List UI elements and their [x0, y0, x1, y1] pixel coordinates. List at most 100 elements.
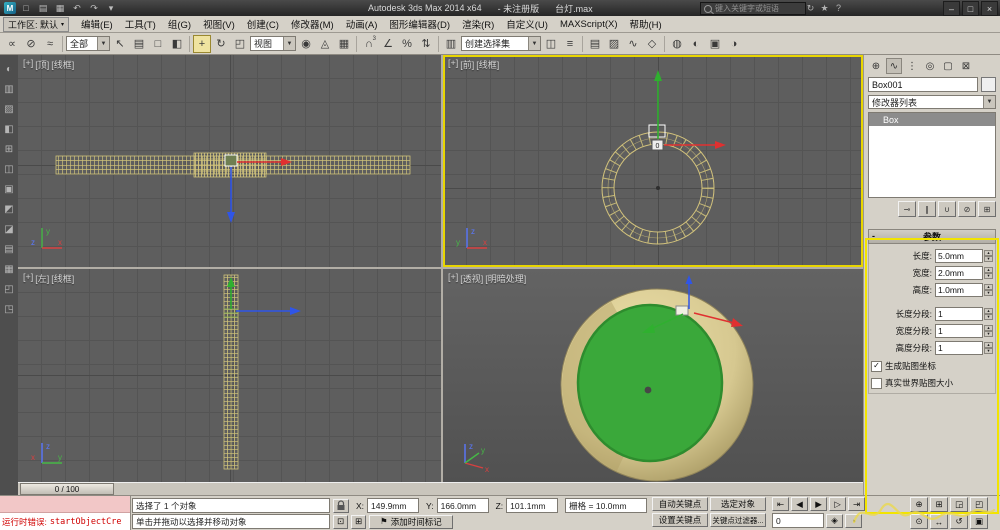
field-of-view-icon[interactable]: ⊙	[910, 514, 928, 529]
left-toolbar-icon[interactable]: ▥	[3, 83, 16, 96]
keyboard-override-icon[interactable]: ▦	[335, 35, 353, 53]
maximize-button[interactable]: □	[962, 1, 979, 16]
go-to-end-icon[interactable]: ⇥	[848, 497, 865, 511]
selection-filter-dropdown[interactable]: 全部 ▼	[66, 36, 110, 51]
viewport-menu-shading[interactable]: [线框]	[51, 272, 74, 285]
curve-editor-icon[interactable]: ∿	[624, 35, 642, 53]
redo-icon[interactable]: ↷	[87, 2, 101, 15]
remove-modifier-icon[interactable]: ⊘	[958, 201, 976, 217]
render-setup-icon[interactable]: ◐	[687, 35, 705, 53]
make-unique-icon[interactable]: ∪	[938, 201, 956, 217]
left-toolbar-icon[interactable]: ◐	[3, 63, 16, 76]
next-frame-icon[interactable]: ▷	[829, 497, 846, 511]
select-and-move-icon[interactable]: +	[193, 34, 211, 53]
viewport-front[interactable]: 0 z x y [+] [前] [线框]	[443, 55, 863, 267]
menu-help[interactable]: 帮助(H)	[624, 16, 668, 33]
spinner[interactable]: ▴ ▾	[984, 284, 993, 296]
modifier-stack[interactable]: Box	[868, 112, 996, 198]
pan-icon[interactable]: ↔	[930, 514, 948, 529]
infocenter-search-input[interactable]: 键入关键字或短语	[700, 2, 806, 15]
schematic-view-icon[interactable]: ◇	[643, 35, 661, 53]
menu-animation[interactable]: 动画(A)	[340, 16, 384, 33]
left-toolbar-icon[interactable]: ◪	[3, 223, 16, 236]
param-field-height[interactable]: 1.0mm	[935, 283, 983, 297]
y-coordinate-field[interactable]: 166.0mm	[436, 498, 489, 513]
spinner[interactable]: ▴ ▾	[984, 250, 993, 262]
viewport-menu-shading[interactable]: [明暗处理]	[485, 272, 526, 285]
angle-snap-icon[interactable]: ∠	[379, 35, 397, 53]
minimize-button[interactable]: –	[943, 1, 960, 16]
param-field-width-segs[interactable]: 1	[935, 324, 983, 338]
auto-key-button[interactable]: 自动关键点	[652, 497, 708, 511]
create-tab-icon[interactable]: ⊕	[868, 58, 884, 74]
edit-named-sets-icon[interactable]: ▥	[442, 35, 460, 53]
left-toolbar-icon[interactable]: ▨	[3, 103, 16, 116]
utilities-tab-icon[interactable]: ⊠	[958, 58, 974, 74]
left-toolbar-icon[interactable]: ◰	[3, 283, 16, 296]
selection-region-icon[interactable]: □	[149, 35, 167, 53]
unlink-selection-icon[interactable]: ⊘	[22, 35, 40, 53]
menu-maxscript[interactable]: MAXScript(X)	[554, 16, 624, 33]
param-field-height-segs[interactable]: 1	[935, 341, 983, 355]
save-file-icon[interactable]: ▦	[53, 2, 67, 15]
listener-macro-line[interactable]	[0, 496, 130, 513]
grid-toggle-icon[interactable]: ⊞	[351, 514, 366, 529]
modify-tab-icon[interactable]: ∿	[886, 58, 902, 74]
app-logo-icon[interactable]: M	[4, 2, 16, 14]
viewport-menu-shading[interactable]: [线框]	[476, 58, 499, 71]
viewport-menu-plus[interactable]: [+]	[23, 58, 33, 71]
use-pivot-center-icon[interactable]: ◉	[297, 35, 315, 53]
left-toolbar-icon[interactable]: ◩	[3, 203, 16, 216]
time-slider[interactable]: 0 / 100	[20, 483, 114, 495]
select-and-manipulate-icon[interactable]: ◬	[316, 35, 334, 53]
zoom-extents-icon[interactable]: ◲	[950, 497, 968, 512]
menu-group[interactable]: 组(G)	[162, 16, 197, 33]
real-world-map-size-checkbox[interactable]	[871, 377, 882, 389]
left-toolbar-icon[interactable]: ▦	[3, 263, 16, 276]
display-tab-icon[interactable]: ▢	[940, 58, 956, 74]
rendered-frame-icon[interactable]: ▣	[706, 35, 724, 53]
viewport-menu-view[interactable]: [顶]	[35, 58, 49, 71]
menu-views[interactable]: 视图(V)	[197, 16, 241, 33]
new-scene-icon[interactable]: □	[19, 2, 33, 15]
close-button[interactable]: ×	[981, 1, 998, 16]
configure-modifier-sets-icon[interactable]: ⊞	[978, 201, 996, 217]
quick-access-dropdown-icon[interactable]: ▾	[104, 2, 118, 15]
workspace-dropdown[interactable]: 工作区: 默认 ▾	[3, 16, 70, 32]
orbit-icon[interactable]: ↺	[950, 514, 968, 529]
time-config-icon[interactable]: ◔	[845, 513, 862, 528]
left-toolbar-icon[interactable]: ◳	[3, 303, 16, 316]
z-coordinate-field[interactable]: 101.1mm	[506, 498, 559, 513]
selected-box[interactable]	[224, 154, 238, 167]
viewport-menu-plus[interactable]: [+]	[448, 58, 458, 71]
maxscript-mini-listener[interactable]: 运行时错误: startObjectCre	[0, 496, 131, 530]
left-toolbar-icon[interactable]: ◫	[3, 163, 16, 176]
viewport-menu-view[interactable]: [透视]	[460, 272, 483, 285]
snaps-toggle-icon[interactable]: ∩ 3	[360, 35, 378, 53]
top-viewport-canvas[interactable]: y x z	[18, 55, 441, 267]
left-toolbar-icon[interactable]: ◧	[3, 123, 16, 136]
open-file-icon[interactable]: ▤	[36, 2, 50, 15]
zoom-region-icon[interactable]: ◰	[970, 497, 988, 512]
viewport-menu-plus[interactable]: [+]	[23, 272, 33, 285]
viewport-menu-plus[interactable]: [+]	[448, 272, 458, 285]
graphite-ribbon-icon[interactable]: ▨	[605, 35, 623, 53]
spinner[interactable]: ▴ ▾	[984, 325, 993, 337]
favorites-icon[interactable]: ★	[818, 3, 831, 14]
spinner[interactable]: ▴ ▾	[984, 342, 993, 354]
hierarchy-tab-icon[interactable]: ⋮	[904, 58, 920, 74]
layer-manager-icon[interactable]: ▤	[586, 35, 604, 53]
spinner[interactable]: ▴ ▾	[984, 267, 993, 279]
selection-lock-icon[interactable]	[333, 498, 349, 513]
spinner[interactable]: ▴ ▾	[984, 308, 993, 320]
show-end-result-icon[interactable]: ∥	[918, 201, 936, 217]
viewport-menu-shading[interactable]: [线框]	[51, 58, 74, 71]
param-field-width[interactable]: 2.0mm	[935, 266, 983, 280]
select-and-link-icon[interactable]: ∝	[3, 35, 21, 53]
select-and-scale-icon[interactable]: ◰	[231, 35, 249, 53]
menu-rendering[interactable]: 渲染(R)	[456, 16, 500, 33]
maximize-viewport-toggle-icon[interactable]: ▣	[970, 514, 988, 529]
align-icon[interactable]: ≡	[561, 35, 579, 53]
percent-snap-icon[interactable]: %	[398, 35, 416, 53]
help-icon[interactable]: ?	[832, 3, 845, 13]
